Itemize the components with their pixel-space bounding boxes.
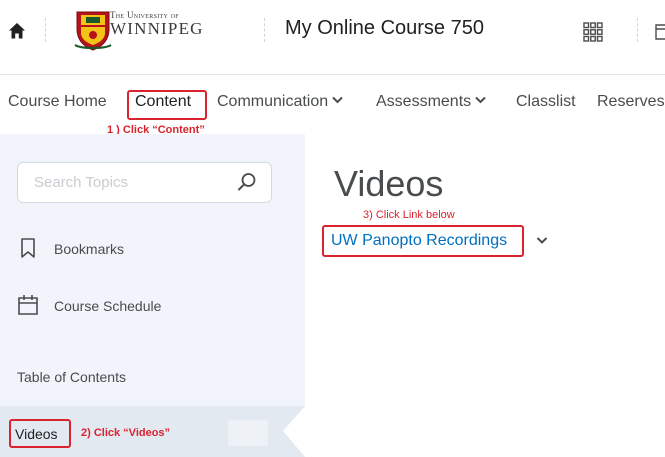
chevron-down-icon (332, 96, 343, 104)
home-icon[interactable] (8, 22, 26, 40)
sidebar-item-label: Course Schedule (54, 298, 162, 314)
nav-course-home[interactable]: Course Home (8, 93, 107, 111)
page-title: Videos (334, 163, 444, 204)
bookmark-icon (21, 238, 35, 258)
table-of-contents-heading: Table of Contents (17, 369, 126, 385)
divider (45, 18, 46, 42)
university-crest-icon[interactable] (73, 9, 113, 51)
course-title[interactable]: My Online Course 750 (285, 17, 484, 40)
sidebar-item-label: Bookmarks (54, 241, 125, 257)
course-selector-waffle-icon[interactable] (583, 22, 603, 42)
university-logo-text[interactable]: The University of WINNIPEG (110, 10, 204, 38)
nav-reserves[interactable]: Reserves (597, 93, 665, 111)
logo-big-text: WINNIPEG (110, 19, 204, 38)
sidebar-item-videos-label[interactable]: Videos (15, 426, 58, 442)
annotation-step2: 2) Click “Videos” (81, 427, 171, 439)
item-count-badge (228, 420, 268, 446)
nav-classlist[interactable]: Classlist (516, 93, 576, 111)
chevron-down-icon[interactable] (536, 236, 548, 245)
annotation-step3: 3) Click Link below (363, 209, 455, 221)
nav-assessments[interactable]: Assessments (376, 93, 486, 111)
divider (637, 18, 638, 42)
selected-indicator (283, 406, 305, 457)
content-highlight-box (127, 90, 207, 120)
calendar-icon (18, 295, 38, 315)
divider (264, 18, 265, 42)
top-header: The University of WINNIPEG My Online Cou… (0, 0, 665, 72)
sidebar-item-course-schedule[interactable]: Course Schedule (0, 284, 305, 328)
search-topics-input[interactable]: Search Topics (17, 162, 272, 203)
sidebar-item-bookmarks[interactable]: Bookmarks (0, 227, 305, 271)
chevron-down-icon (475, 96, 486, 104)
nav-assessments-label: Assessments (376, 93, 472, 110)
nav-communication[interactable]: Communication (217, 93, 343, 111)
panopto-recordings-link[interactable]: UW Panopto Recordings (331, 232, 507, 250)
search-placeholder: Search Topics (34, 174, 128, 191)
nav-communication-label: Communication (217, 93, 329, 110)
calendar-icon[interactable] (655, 22, 665, 40)
search-icon[interactable] (237, 172, 257, 192)
